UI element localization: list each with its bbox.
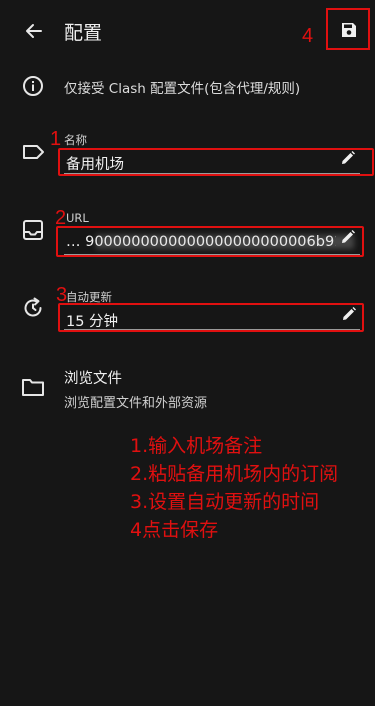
page-title: 配置 xyxy=(64,22,103,44)
edit-pencil-icon[interactable] xyxy=(341,306,357,322)
edit-pencil-icon[interactable] xyxy=(340,150,356,166)
info-text: 仅接受 Clash 配置文件(包含代理/规则) xyxy=(64,81,301,97)
url-redaction xyxy=(96,235,354,249)
name-field-label: 名称 xyxy=(64,133,87,147)
url-field-underline xyxy=(64,254,360,255)
instruction-line-4: 4点击保存 xyxy=(130,519,219,541)
edit-pencil-icon[interactable] xyxy=(340,229,356,245)
refresh-timer-icon xyxy=(24,297,42,317)
label-tag-icon xyxy=(23,145,44,159)
browse-files-title[interactable]: 浏览文件 xyxy=(64,367,122,388)
instruction-line-1: 1.输入机场备注 xyxy=(130,435,263,457)
auto-update-field-underline xyxy=(64,329,360,330)
save-icon[interactable] xyxy=(341,22,357,38)
name-field-value[interactable]: 备用机场 xyxy=(66,153,124,174)
auto-update-field-value[interactable]: 15 分钟 xyxy=(66,310,118,331)
name-field-underline xyxy=(64,173,360,174)
instruction-line-2: 2.粘贴备用机场内的订阅 xyxy=(130,463,339,485)
url-field-label: URL xyxy=(66,211,89,225)
folder-icon[interactable] xyxy=(21,375,45,399)
info-icon xyxy=(23,76,43,96)
browse-files-subtitle: 浏览配置文件和外部资源 xyxy=(64,396,208,411)
back-arrow-icon[interactable] xyxy=(24,21,44,41)
inbox-icon xyxy=(23,220,43,240)
annotation-marker-4: 4 xyxy=(302,25,314,47)
instruction-line-3: 3.设置自动更新的时间 xyxy=(130,491,320,513)
